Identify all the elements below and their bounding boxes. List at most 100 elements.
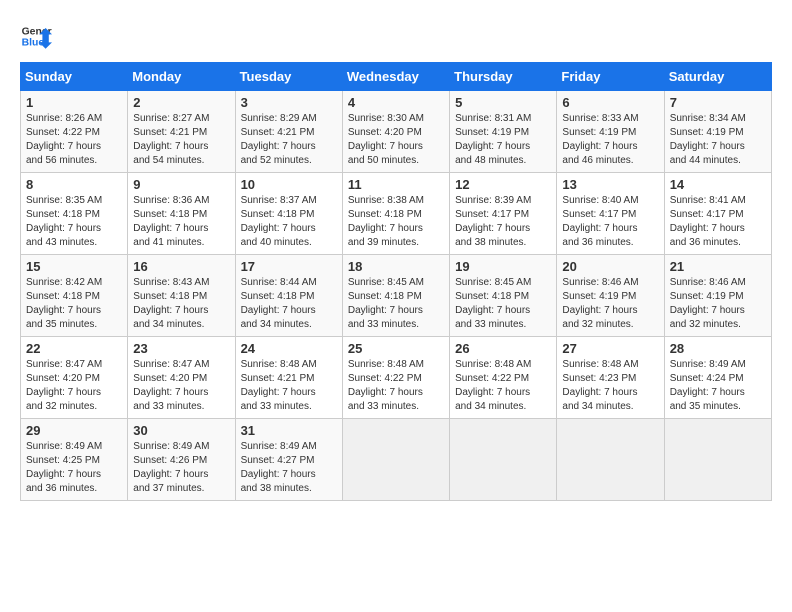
- day-number: 4: [348, 95, 444, 110]
- weekday-header-wednesday: Wednesday: [342, 63, 449, 91]
- day-number: 8: [26, 177, 122, 192]
- day-number: 12: [455, 177, 551, 192]
- day-info: Sunrise: 8:38 AMSunset: 4:18 PMDaylight:…: [348, 195, 424, 248]
- day-number: 17: [241, 259, 337, 274]
- day-info: Sunrise: 8:47 AMSunset: 4:20 PMDaylight:…: [26, 359, 102, 412]
- day-number: 21: [670, 259, 766, 274]
- day-number: 3: [241, 95, 337, 110]
- day-info: Sunrise: 8:43 AMSunset: 4:18 PMDaylight:…: [133, 277, 209, 330]
- day-number: 31: [241, 423, 337, 438]
- calendar-cell-26: 26 Sunrise: 8:48 AMSunset: 4:22 PMDayligh…: [450, 337, 557, 419]
- calendar-table: SundayMondayTuesdayWednesdayThursdayFrid…: [20, 62, 772, 501]
- calendar-cell-19: 19 Sunrise: 8:45 AMSunset: 4:18 PMDayligh…: [450, 255, 557, 337]
- day-info: Sunrise: 8:47 AMSunset: 4:20 PMDaylight:…: [133, 359, 209, 412]
- weekday-header-row: SundayMondayTuesdayWednesdayThursdayFrid…: [21, 63, 772, 91]
- calendar-cell-empty: [557, 419, 664, 501]
- day-info: Sunrise: 8:48 AMSunset: 4:22 PMDaylight:…: [348, 359, 424, 412]
- day-number: 20: [562, 259, 658, 274]
- calendar-week-3: 15Sunrise: 8:42 AMSunset: 4:18 PMDayligh…: [21, 255, 772, 337]
- day-number: 16: [133, 259, 229, 274]
- calendar-cell-25: 25 Sunrise: 8:48 AMSunset: 4:22 PMDayligh…: [342, 337, 449, 419]
- calendar-week-4: 22 Sunrise: 8:47 AMSunset: 4:20 PMDayligh…: [21, 337, 772, 419]
- day-info: Sunrise: 8:48 AMSunset: 4:22 PMDaylight:…: [455, 359, 531, 412]
- day-number: 23: [133, 341, 229, 356]
- day-info: Sunrise: 8:41 AMSunset: 4:17 PMDaylight:…: [670, 195, 746, 248]
- day-info: Sunrise: 8:48 AMSunset: 4:21 PMDaylight:…: [241, 359, 317, 412]
- day-number: 7: [670, 95, 766, 110]
- calendar-cell-22: 22 Sunrise: 8:47 AMSunset: 4:20 PMDayligh…: [21, 337, 128, 419]
- calendar-cell-30: 30 Sunrise: 8:49 AMSunset: 4:26 PMDayligh…: [128, 419, 235, 501]
- calendar-cell-empty: [664, 419, 771, 501]
- calendar-cell-14: 14 Sunrise: 8:41 AMSunset: 4:17 PMDayligh…: [664, 173, 771, 255]
- day-info: Sunrise: 8:40 AMSunset: 4:17 PMDaylight:…: [562, 195, 638, 248]
- logo-icon: General Blue: [20, 20, 52, 52]
- calendar-cell-8: 8 Sunrise: 8:35 AMSunset: 4:18 PMDaylight…: [21, 173, 128, 255]
- day-info: Sunrise: 8:44 AMSunset: 4:18 PMDaylight:…: [241, 277, 317, 330]
- weekday-header-thursday: Thursday: [450, 63, 557, 91]
- calendar-cell-27: 27Sunrise: 8:48 AMSunset: 4:23 PMDayligh…: [557, 337, 664, 419]
- day-number: 1: [26, 95, 122, 110]
- day-info: Sunrise: 8:26 AMSunset: 4:22 PMDaylight:…: [26, 113, 102, 166]
- day-info: Sunrise: 8:27 AMSunset: 4:21 PMDaylight:…: [133, 113, 209, 166]
- day-info: Sunrise: 8:45 AMSunset: 4:18 PMDaylight:…: [455, 277, 531, 330]
- day-number: 24: [241, 341, 337, 356]
- calendar-cell-11: 11Sunrise: 8:38 AMSunset: 4:18 PMDayligh…: [342, 173, 449, 255]
- calendar-cell-13: 13Sunrise: 8:40 AMSunset: 4:17 PMDayligh…: [557, 173, 664, 255]
- day-number: 5: [455, 95, 551, 110]
- day-number: 6: [562, 95, 658, 110]
- calendar-cell-7: 7 Sunrise: 8:34 AMSunset: 4:19 PMDaylight…: [664, 91, 771, 173]
- day-number: 28: [670, 341, 766, 356]
- calendar-cell-29: 29 Sunrise: 8:49 AMSunset: 4:25 PMDayligh…: [21, 419, 128, 501]
- day-info: Sunrise: 8:45 AMSunset: 4:18 PMDaylight:…: [348, 277, 424, 330]
- calendar-cell-empty: [342, 419, 449, 501]
- weekday-header-friday: Friday: [557, 63, 664, 91]
- calendar-cell-3: 3 Sunrise: 8:29 AMSunset: 4:21 PMDaylight…: [235, 91, 342, 173]
- logo: General Blue: [20, 20, 52, 52]
- day-number: 14: [670, 177, 766, 192]
- calendar-cell-6: 6 Sunrise: 8:33 AMSunset: 4:19 PMDaylight…: [557, 91, 664, 173]
- calendar-cell-18: 18 Sunrise: 8:45 AMSunset: 4:18 PMDayligh…: [342, 255, 449, 337]
- day-info: Sunrise: 8:49 AMSunset: 4:26 PMDaylight:…: [133, 441, 209, 494]
- weekday-header-saturday: Saturday: [664, 63, 771, 91]
- calendar-cell-28: 28 Sunrise: 8:49 AMSunset: 4:24 PMDayligh…: [664, 337, 771, 419]
- calendar-cell-15: 15Sunrise: 8:42 AMSunset: 4:18 PMDayligh…: [21, 255, 128, 337]
- day-info: Sunrise: 8:35 AMSunset: 4:18 PMDaylight:…: [26, 195, 102, 248]
- calendar-cell-4: 4Sunrise: 8:30 AMSunset: 4:20 PMDaylight…: [342, 91, 449, 173]
- calendar-cell-31: 31 Sunrise: 8:49 AMSunset: 4:27 PMDayligh…: [235, 419, 342, 501]
- day-number: 30: [133, 423, 229, 438]
- day-number: 19: [455, 259, 551, 274]
- day-number: 22: [26, 341, 122, 356]
- day-info: Sunrise: 8:49 AMSunset: 4:27 PMDaylight:…: [241, 441, 317, 494]
- day-info: Sunrise: 8:36 AMSunset: 4:18 PMDaylight:…: [133, 195, 209, 248]
- day-info: Sunrise: 8:29 AMSunset: 4:21 PMDaylight:…: [241, 113, 317, 166]
- calendar-cell-5: 5 Sunrise: 8:31 AMSunset: 4:19 PMDaylight…: [450, 91, 557, 173]
- day-number: 25: [348, 341, 444, 356]
- calendar-cell-12: 12Sunrise: 8:39 AMSunset: 4:17 PMDayligh…: [450, 173, 557, 255]
- calendar-cell-1: 1 Sunrise: 8:26 AMSunset: 4:22 PMDaylight…: [21, 91, 128, 173]
- day-info: Sunrise: 8:31 AMSunset: 4:19 PMDaylight:…: [455, 113, 531, 166]
- day-info: Sunrise: 8:49 AMSunset: 4:24 PMDaylight:…: [670, 359, 746, 412]
- day-info: Sunrise: 8:33 AMSunset: 4:19 PMDaylight:…: [562, 113, 638, 166]
- calendar-cell-20: 20 Sunrise: 8:46 AMSunset: 4:19 PMDayligh…: [557, 255, 664, 337]
- day-info: Sunrise: 8:49 AMSunset: 4:25 PMDaylight:…: [26, 441, 102, 494]
- day-number: 10: [241, 177, 337, 192]
- day-number: 29: [26, 423, 122, 438]
- day-number: 9: [133, 177, 229, 192]
- weekday-header-monday: Monday: [128, 63, 235, 91]
- calendar-cell-9: 9 Sunrise: 8:36 AMSunset: 4:18 PMDaylight…: [128, 173, 235, 255]
- calendar-cell-21: 21 Sunrise: 8:46 AMSunset: 4:19 PMDayligh…: [664, 255, 771, 337]
- day-number: 27: [562, 341, 658, 356]
- calendar-cell-17: 17 Sunrise: 8:44 AMSunset: 4:18 PMDayligh…: [235, 255, 342, 337]
- calendar-cell-24: 24 Sunrise: 8:48 AMSunset: 4:21 PMDayligh…: [235, 337, 342, 419]
- day-info: Sunrise: 8:34 AMSunset: 4:19 PMDaylight:…: [670, 113, 746, 166]
- calendar-cell-2: 2Sunrise: 8:27 AMSunset: 4:21 PMDaylight…: [128, 91, 235, 173]
- calendar-week-2: 8 Sunrise: 8:35 AMSunset: 4:18 PMDaylight…: [21, 173, 772, 255]
- day-number: 18: [348, 259, 444, 274]
- page-header: General Blue: [20, 20, 772, 52]
- weekday-header-tuesday: Tuesday: [235, 63, 342, 91]
- day-info: Sunrise: 8:46 AMSunset: 4:19 PMDaylight:…: [670, 277, 746, 330]
- day-info: Sunrise: 8:37 AMSunset: 4:18 PMDaylight:…: [241, 195, 317, 248]
- day-number: 26: [455, 341, 551, 356]
- day-info: Sunrise: 8:46 AMSunset: 4:19 PMDaylight:…: [562, 277, 638, 330]
- weekday-header-sunday: Sunday: [21, 63, 128, 91]
